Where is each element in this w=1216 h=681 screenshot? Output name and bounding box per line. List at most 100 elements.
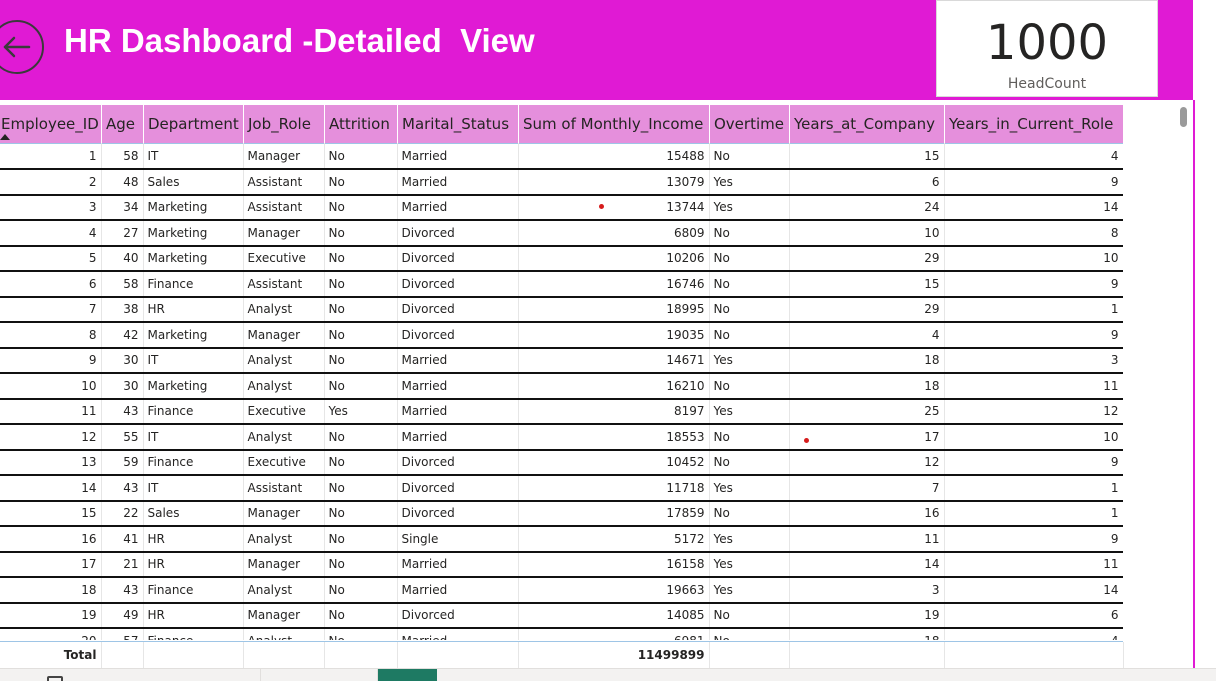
table-row[interactable]: 16 41 HR Analyst No Single 5172 Yes 11 9 bbox=[0, 526, 1123, 553]
cell-job-role: Manager bbox=[243, 220, 325, 247]
cell-marital-status: Married bbox=[397, 628, 519, 640]
cell-years-at-company: 19 bbox=[789, 602, 945, 629]
back-button[interactable] bbox=[0, 20, 44, 74]
cell-years-at-company: 17 bbox=[789, 424, 945, 451]
cell-age: 34 bbox=[101, 194, 144, 221]
column-header-overtime[interactable]: Overtime bbox=[709, 105, 790, 143]
table-body: 1 58 IT Manager No Married 15488 No 15 4 2 48 Sales A… bbox=[0, 143, 1123, 640]
cell-years-at-company: 15 bbox=[789, 271, 945, 298]
cell-age: 43 bbox=[101, 475, 144, 502]
column-header-job-role[interactable]: Job_Role bbox=[243, 105, 325, 143]
cell-age: 41 bbox=[101, 526, 144, 553]
column-header-department[interactable]: Department bbox=[143, 105, 244, 143]
cell-overtime: No bbox=[709, 500, 790, 527]
cell-age: 30 bbox=[101, 347, 144, 374]
table-row[interactable]: 3 34 Marketing Assistant No Married 13744 Yes 24… bbox=[0, 194, 1123, 221]
cell-age: 59 bbox=[101, 449, 144, 476]
table-row[interactable]: 12 55 IT Analyst No Married 18553 No 17 10 bbox=[0, 424, 1123, 451]
table-row[interactable]: 8 42 Marketing Manager No Divorced 19035 No 4 9 bbox=[0, 322, 1123, 349]
cell-overtime: No bbox=[709, 245, 790, 272]
cell-employee-id: 8 bbox=[0, 322, 102, 349]
cell-overtime: Yes bbox=[709, 577, 790, 604]
cell-employee-id: 9 bbox=[0, 347, 102, 374]
cell-monthly-income: 8197 bbox=[518, 398, 710, 425]
cell-monthly-income: 18553 bbox=[518, 424, 710, 451]
cell-monthly-income: 13079 bbox=[518, 169, 710, 196]
cell-employee-id: 7 bbox=[0, 296, 102, 323]
cell-attrition: No bbox=[324, 628, 398, 640]
page-tab-active[interactable] bbox=[378, 669, 437, 681]
red-dot-marker bbox=[804, 438, 809, 443]
cell-employee-id: 1 bbox=[0, 143, 102, 170]
cell-marital-status: Married bbox=[397, 143, 519, 170]
cell-monthly-income: 16158 bbox=[518, 551, 710, 578]
cell-attrition: No bbox=[324, 449, 398, 476]
table-row[interactable]: 6 58 Finance Assistant No Divorced 16746 No 15 9 bbox=[0, 271, 1123, 298]
cell-years-at-company: 18 bbox=[789, 628, 945, 640]
cell-employee-id: 15 bbox=[0, 500, 102, 527]
cell-attrition: No bbox=[324, 194, 398, 221]
cell-overtime: No bbox=[709, 602, 790, 629]
table-row[interactable]: 7 38 HR Analyst No Divorced 18995 No 29 1 bbox=[0, 296, 1123, 323]
table-body-viewport[interactable]: 1 58 IT Manager No Married 15488 No 15 4 2 48 Sales A… bbox=[0, 143, 1123, 640]
table-row[interactable]: 19 49 HR Manager No Divorced 14085 No 19 6 bbox=[0, 602, 1123, 629]
table-row[interactable]: 4 27 Marketing Manager No Divorced 6809 No 10 8 bbox=[0, 220, 1123, 247]
total-cell bbox=[789, 642, 945, 668]
table-total-row: Total 11499899 bbox=[0, 641, 1124, 668]
cell-years-in-current-role: 14 bbox=[944, 577, 1123, 604]
table-row[interactable]: 14 43 IT Assistant No Divorced 11718 Yes 7 1 bbox=[0, 475, 1123, 502]
visual-border bbox=[1193, 100, 1195, 668]
cell-age: 43 bbox=[101, 398, 144, 425]
cell-overtime: Yes bbox=[709, 347, 790, 374]
page-tab[interactable] bbox=[261, 669, 378, 681]
cell-monthly-income: 19035 bbox=[518, 322, 710, 349]
table-row[interactable]: 18 43 Finance Analyst No Married 19663 Yes 3 14 bbox=[0, 577, 1123, 604]
table-row[interactable]: 10 30 Marketing Analyst No Married 16210 No 18 11 bbox=[0, 373, 1123, 400]
cell-employee-id: 4 bbox=[0, 220, 102, 247]
cell-overtime: No bbox=[709, 449, 790, 476]
cell-overtime: No bbox=[709, 322, 790, 349]
column-header-age[interactable]: Age bbox=[101, 105, 144, 143]
cell-attrition: No bbox=[324, 577, 398, 604]
table-row[interactable]: 9 30 IT Analyst No Married 14671 Yes 18 3 bbox=[0, 347, 1123, 374]
headcount-value: 1000 bbox=[985, 15, 1109, 71]
cell-overtime: Yes bbox=[709, 475, 790, 502]
cell-monthly-income: 6981 bbox=[518, 628, 710, 640]
table-row[interactable]: 17 21 HR Manager No Married 16158 Yes 14 11 bbox=[0, 551, 1123, 578]
cell-marital-status: Single bbox=[397, 526, 519, 553]
cell-marital-status: Married bbox=[397, 373, 519, 400]
table-row[interactable]: 13 59 Finance Executive No Divorced 10452 No 12 9 bbox=[0, 449, 1123, 476]
table-row[interactable]: 2057FinanceAnalystNoMarried6981No184 bbox=[0, 628, 1123, 640]
page-tab[interactable] bbox=[148, 669, 261, 681]
table-row[interactable]: 1 58 IT Manager No Married 15488 No 15 4 bbox=[0, 143, 1123, 170]
cell-monthly-income: 14671 bbox=[518, 347, 710, 374]
cell-job-role: Executive bbox=[243, 449, 325, 476]
page-view-icon[interactable] bbox=[47, 676, 63, 681]
cell-marital-status: Divorced bbox=[397, 500, 519, 527]
cell-employee-id: 20 bbox=[0, 628, 102, 640]
total-cell bbox=[324, 642, 398, 668]
table-row[interactable]: 15 22 Sales Manager No Divorced 17859 No 16 1 bbox=[0, 500, 1123, 527]
cell-marital-status: Married bbox=[397, 194, 519, 221]
column-header-marital-status[interactable]: Marital_Status bbox=[397, 105, 519, 143]
column-header-years-in-current-role[interactable]: Years_in_Current_Role bbox=[944, 105, 1123, 143]
column-header-monthly-income[interactable]: Sum of Monthly_Income bbox=[518, 105, 710, 143]
cell-monthly-income: 15488 bbox=[518, 143, 710, 170]
cell-employee-id: 6 bbox=[0, 271, 102, 298]
cell-marital-status: Divorced bbox=[397, 245, 519, 272]
vertical-scrollbar[interactable] bbox=[1180, 107, 1187, 127]
table-row[interactable]: 5 40 Marketing Executive No Divorced 10206 No 29… bbox=[0, 245, 1123, 272]
table-row[interactable]: 2 48 Sales Assistant No Married 13079 Yes 6 9 bbox=[0, 169, 1123, 196]
column-header-years-at-company[interactable]: Years_at_Company bbox=[789, 105, 945, 143]
column-header-employee-id[interactable]: Employee_ID bbox=[0, 105, 102, 143]
cell-years-in-current-role: 8 bbox=[944, 220, 1123, 247]
column-header-attrition[interactable]: Attrition bbox=[324, 105, 398, 143]
cell-job-role: Executive bbox=[243, 398, 325, 425]
cell-employee-id: 17 bbox=[0, 551, 102, 578]
headcount-card[interactable]: 1000 HeadCount bbox=[936, 0, 1158, 97]
cell-department: Marketing bbox=[143, 245, 244, 272]
cell-marital-status: Divorced bbox=[397, 271, 519, 298]
table-row[interactable]: 11 43 Finance Executive Yes Married 8197 Yes 25 1… bbox=[0, 398, 1123, 425]
cell-years-at-company: 18 bbox=[789, 347, 945, 374]
cell-overtime: Yes bbox=[709, 398, 790, 425]
